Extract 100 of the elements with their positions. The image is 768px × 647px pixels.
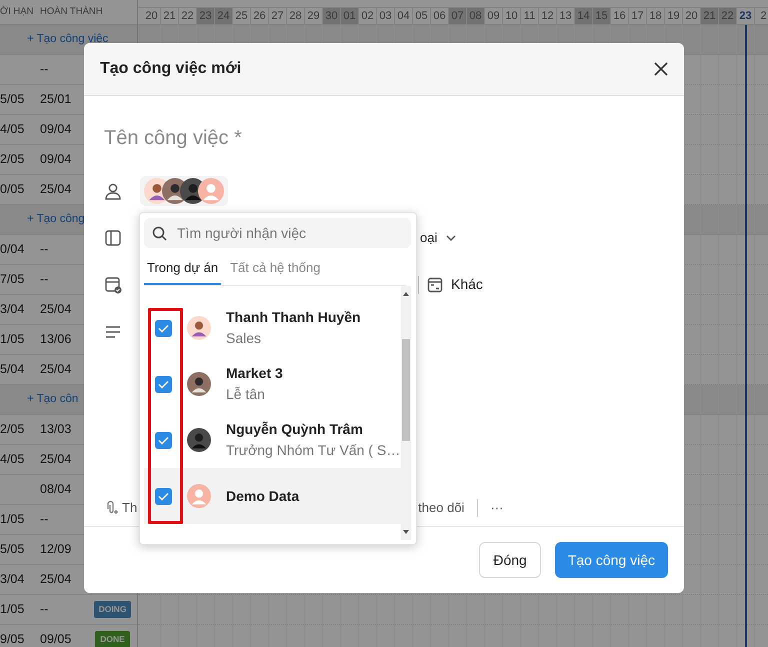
- member-row[interactable]: Nguyễn Quỳnh Trâm Trưởng Nhóm Tư Vấn ( S…: [144, 412, 401, 468]
- table-cell: 1/05: [0, 332, 24, 346]
- member-name: Market 3: [226, 364, 283, 383]
- member-name: Thanh Thanh Huyền: [226, 308, 361, 327]
- avatar-icon: [187, 316, 211, 340]
- day-label: 2: [760, 10, 767, 22]
- table-cell: 25/04: [40, 362, 72, 376]
- day-label: 10: [505, 10, 518, 22]
- member-row[interactable]: Thanh Thanh Huyền Sales: [144, 300, 401, 356]
- table-cell: 25/04: [40, 182, 72, 196]
- table-cell: --: [40, 62, 48, 76]
- day-label: 12: [541, 10, 554, 22]
- table-cell: 08/04: [40, 482, 72, 496]
- person-icon: [104, 182, 122, 200]
- card-icon: [427, 276, 443, 292]
- day-label: 20: [145, 10, 158, 22]
- member-name: Nguyễn Quỳnh Trâm: [226, 420, 364, 439]
- member-role: Trưởng Nhóm Tư Vấn ( S…: [226, 441, 400, 460]
- create-task-button[interactable]: Tạo công việc: [554, 542, 668, 578]
- table-cell: 0/04: [0, 242, 24, 256]
- calendar-check-icon: [104, 276, 122, 294]
- table-cell: 3/04: [0, 572, 24, 586]
- table-cell: 5/05: [0, 542, 24, 556]
- member-name: Demo Data: [226, 486, 300, 506]
- member-role: Lễ tân: [226, 385, 266, 404]
- day-label: 13: [559, 10, 572, 22]
- follower-label[interactable]: theo dõi: [418, 498, 464, 518]
- day-label: 23: [739, 10, 752, 22]
- check-icon: [158, 324, 169, 332]
- dialog-title: Tạo công việc mới: [100, 59, 242, 79]
- table-cell: 25/04: [40, 452, 72, 466]
- table-cell: 2/05: [0, 152, 24, 166]
- table-cell: 09/05: [40, 632, 72, 646]
- scrollbar[interactable]: [401, 286, 411, 540]
- checkbox[interactable]: [155, 432, 172, 448]
- table-cell: --: [40, 512, 48, 526]
- table-cell: 25/04: [40, 572, 72, 586]
- member-row[interactable]: Demo Data: [144, 468, 401, 524]
- day-label: 27: [271, 10, 284, 22]
- checkbox[interactable]: [155, 488, 172, 504]
- table-cell: 5/04: [0, 362, 24, 376]
- avatar-icon: [187, 484, 211, 508]
- avatar-icon: [187, 372, 211, 396]
- day-label: 26: [253, 10, 266, 22]
- search-icon: [152, 226, 167, 240]
- table-cell: 5/05: [0, 92, 24, 106]
- table-cell: 25/01: [40, 92, 72, 106]
- table-cell: 7/05: [0, 272, 24, 286]
- status-badge: DOING: [94, 601, 132, 618]
- day-label: 21: [163, 10, 176, 22]
- day-label: 25: [235, 10, 248, 22]
- attach-label[interactable]: Th: [122, 498, 138, 518]
- day-label: 16: [613, 10, 626, 22]
- day-label: 17: [631, 10, 644, 22]
- table-cell: 13/06: [40, 332, 72, 346]
- table-cell: --: [40, 242, 48, 256]
- tab[interactable]: Tất cả hệ thống: [227, 253, 324, 285]
- checkbox[interactable]: [155, 320, 172, 336]
- avatar-icon: [198, 178, 224, 204]
- avatar-icon: [187, 428, 211, 452]
- tab[interactable]: Trong dự án: [144, 253, 222, 285]
- panel-icon: [104, 228, 122, 246]
- close-icon: [654, 62, 668, 76]
- day-label: 18: [649, 10, 662, 22]
- day-label: 19: [667, 10, 680, 22]
- table-cell: --: [40, 272, 48, 286]
- member-row[interactable]: Market 3 Lễ tân: [144, 356, 401, 412]
- day-label: 03: [379, 10, 392, 22]
- other-label[interactable]: Khác: [451, 274, 483, 295]
- member-role: Sales: [226, 329, 262, 348]
- column-header: HOÀN THÀNH: [40, 6, 103, 17]
- search-field[interactable]: Tìm người nhận việc: [144, 218, 411, 248]
- table-cell: 4/05: [0, 122, 24, 136]
- table-cell: 0/05: [0, 182, 24, 196]
- table-cell: 09/04: [40, 152, 72, 166]
- table-cell: 1/05: [0, 602, 24, 616]
- table-cell: 4/05: [0, 452, 24, 466]
- table-cell: --: [40, 602, 48, 616]
- day-label: 04: [397, 10, 410, 22]
- more-button[interactable]: ···: [490, 498, 504, 518]
- table-cell: 3/04: [0, 302, 24, 316]
- search-input[interactable]: Tìm người nhận việc: [175, 222, 395, 244]
- day-label: 11: [524, 10, 536, 22]
- table-cell: 9/05: [0, 632, 24, 646]
- close-button[interactable]: [652, 60, 670, 78]
- check-icon: [158, 492, 169, 500]
- day-label: 29: [307, 10, 320, 22]
- table-cell: 2/05: [0, 422, 24, 436]
- table-cell: 13/03: [40, 422, 72, 436]
- column-header: ỜI HẠN: [0, 6, 34, 17]
- type-label[interactable]: oại: [420, 228, 438, 248]
- table-cell: 09/04: [40, 122, 72, 136]
- status-badge: DONE: [95, 631, 130, 647]
- close-dialog-button[interactable]: Đóng: [479, 542, 541, 578]
- table-cell: 12/09: [40, 542, 72, 556]
- day-label: 06: [433, 10, 446, 22]
- assignee-picker[interactable]: [140, 176, 228, 206]
- day-label: 05: [415, 10, 428, 22]
- table-cell: 25/04: [40, 302, 72, 316]
- checkbox[interactable]: [155, 376, 172, 392]
